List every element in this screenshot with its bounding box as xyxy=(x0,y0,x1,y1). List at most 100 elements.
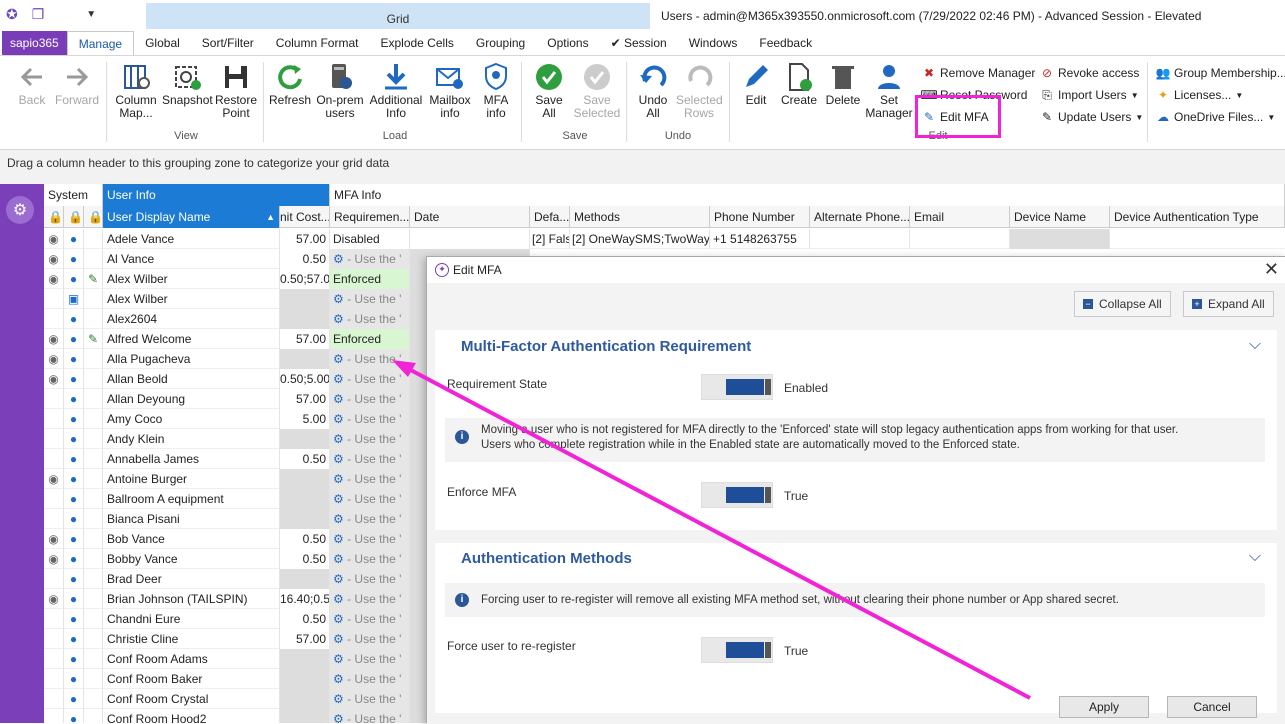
tab-grouping[interactable]: Grouping xyxy=(465,31,536,55)
user-display-name[interactable]: Brian Johnson (TAILSPIN) xyxy=(103,589,280,609)
additional-info-button[interactable]: Additional Info xyxy=(368,60,424,120)
unit-cost-cell[interactable]: 57.00 xyxy=(280,389,330,409)
undo-selected-rows-button[interactable]: Selected Rows xyxy=(676,60,723,120)
user-display-name[interactable]: Brad Deer xyxy=(103,569,280,589)
mfa-requirement-cell[interactable]: ⚙ - Use the ' xyxy=(330,389,410,409)
onprem-users-button[interactable]: On-prem users xyxy=(314,60,366,120)
mailbox-info-button[interactable]: Mailbox info xyxy=(426,60,474,120)
create-button[interactable]: Create xyxy=(778,60,820,107)
mfa-requirement-cell[interactable]: ⚙ - Use the ' xyxy=(330,589,410,609)
mfa-requirement-cell[interactable]: ⚙ - Use the ' xyxy=(330,489,410,509)
unit-cost-cell[interactable] xyxy=(280,309,330,329)
delete-button[interactable]: Delete xyxy=(822,60,864,107)
header-methods[interactable]: Methods xyxy=(570,206,710,228)
back-button[interactable]: Back xyxy=(14,60,50,107)
alt-phone-cell[interactable] xyxy=(810,229,910,249)
header-default[interactable]: Defa... xyxy=(530,206,570,228)
user-display-name[interactable]: Conf Room Hood2 xyxy=(103,709,280,723)
mfa-requirement-cell[interactable]: ⚙ - Use the ' xyxy=(330,289,410,309)
unit-cost-cell[interactable] xyxy=(280,709,330,723)
tab-global[interactable]: Global xyxy=(134,31,191,55)
tab-explode-cells[interactable]: Explode Cells xyxy=(369,31,464,55)
qat-dropdown-icon[interactable]: ▼ xyxy=(86,9,96,20)
tab-session[interactable]: ✔ Session xyxy=(600,31,678,55)
section-title-auth-methods[interactable]: Authentication Methods xyxy=(461,550,632,567)
unit-cost-cell[interactable]: 0.50 xyxy=(280,609,330,629)
mfa-requirement-cell[interactable]: ⚙ - Use the ' xyxy=(330,549,410,569)
mfa-requirement-cell[interactable]: ⚙ - Use the ' xyxy=(330,309,410,329)
unit-cost-cell[interactable] xyxy=(280,289,330,309)
mfa-requirement-cell[interactable]: ⚙ - Use the ' xyxy=(330,249,410,269)
unit-cost-cell[interactable]: 57.00 xyxy=(280,229,330,249)
header-display-name[interactable]: User Display Name ▲ xyxy=(103,206,280,228)
cancel-button[interactable]: Cancel xyxy=(1167,696,1257,718)
refresh-button[interactable]: Refresh xyxy=(266,60,314,107)
mfa-requirement-cell[interactable]: ⚙ - Use the ' xyxy=(330,649,410,669)
user-display-name[interactable]: Andy Klein xyxy=(103,429,280,449)
column-map-button[interactable]: Column Map... xyxy=(110,60,162,120)
mfa-requirement-cell[interactable]: ⚙ - Use the ' xyxy=(330,669,410,689)
email-cell[interactable] xyxy=(910,229,1010,249)
save-all-button[interactable]: Save All xyxy=(528,60,570,120)
mfa-requirement-cell[interactable]: ⚙ - Use the ' xyxy=(330,709,410,723)
grouping-zone[interactable]: Drag a column header to this grouping zo… xyxy=(0,150,1285,184)
mfa-requirement-cell[interactable]: Disabled xyxy=(330,229,410,249)
header-phone[interactable]: Phone Number xyxy=(710,206,810,228)
unit-cost-cell[interactable]: 0.50 xyxy=(280,549,330,569)
unit-cost-cell[interactable] xyxy=(280,509,330,529)
user-display-name[interactable]: Conf Room Crystal xyxy=(103,689,280,709)
mfa-requirement-cell[interactable]: ⚙ - Use the ' xyxy=(330,509,410,529)
unit-cost-cell[interactable] xyxy=(280,469,330,489)
user-display-name[interactable]: Conf Room Adams xyxy=(103,649,280,669)
unit-cost-cell[interactable] xyxy=(280,649,330,669)
header-device-auth-type[interactable]: Device Authentication Type xyxy=(1110,206,1285,228)
unit-cost-cell[interactable] xyxy=(280,429,330,449)
band-system[interactable]: System xyxy=(44,184,103,206)
chevron-down-icon[interactable]: ⌵ xyxy=(1249,548,1261,566)
unit-cost-cell[interactable]: 0.50 xyxy=(280,249,330,269)
section-title-mfa-requirement[interactable]: Multi-Factor Authentication Requirement xyxy=(461,338,751,355)
chevron-down-icon[interactable]: ⌵ xyxy=(1249,336,1261,354)
band-user-info[interactable]: User Info xyxy=(103,184,330,206)
unit-cost-cell[interactable] xyxy=(280,669,330,689)
header-date[interactable]: Date xyxy=(410,206,530,228)
unit-cost-cell[interactable]: 57.00 xyxy=(280,629,330,649)
collapse-all-button[interactable]: − Collapse All xyxy=(1074,291,1171,317)
mfa-requirement-cell[interactable]: ⚙ - Use the ' xyxy=(330,369,410,389)
unit-cost-cell[interactable] xyxy=(280,689,330,709)
mfa-requirement-cell[interactable]: Enforced xyxy=(330,329,410,349)
set-manager-button[interactable]: Set Manager xyxy=(864,60,914,120)
band-mfa-info[interactable]: MFA Info xyxy=(330,184,1285,206)
date-cell[interactable] xyxy=(410,229,530,249)
tab-manage[interactable]: Manage xyxy=(66,31,135,55)
methods-cell[interactable]: [2] OneWaySMS;TwoWay\ xyxy=(570,229,710,249)
tab-column-format[interactable]: Column Format xyxy=(265,31,370,55)
update-users-button[interactable]: ✎ Update Users ▼ xyxy=(1040,108,1143,126)
user-display-name[interactable]: Bob Vance xyxy=(103,529,280,549)
phone-cell[interactable]: +1 5148263755 xyxy=(710,229,810,249)
enforce-mfa-toggle[interactable] xyxy=(701,482,773,508)
tab-sort-filter[interactable]: Sort/Filter xyxy=(191,31,265,55)
header-cost[interactable]: nit Cost... xyxy=(280,206,330,228)
quick-access-icon[interactable]: ❐ xyxy=(32,6,45,23)
save-selected-button[interactable]: Save Selected xyxy=(572,60,622,120)
licenses-button[interactable]: ✦ Licenses... ▼ xyxy=(1156,86,1243,104)
settings-gear-icon[interactable]: ⚙ xyxy=(6,196,34,224)
mfa-info-button[interactable]: MFA info xyxy=(476,60,516,120)
user-display-name[interactable]: Alla Pugacheva xyxy=(103,349,280,369)
user-display-name[interactable]: Ballroom A equipment xyxy=(103,489,280,509)
undo-all-button[interactable]: Undo All xyxy=(632,60,674,120)
apply-button[interactable]: Apply xyxy=(1059,696,1149,718)
mfa-requirement-cell[interactable]: ⚙ - Use the ' xyxy=(330,569,410,589)
mfa-requirement-cell[interactable]: Enforced xyxy=(330,269,410,289)
unit-cost-cell[interactable]: 57.00 xyxy=(280,329,330,349)
user-display-name[interactable]: Al Vance xyxy=(103,249,280,269)
mfa-requirement-cell[interactable]: ⚙ - Use the ' xyxy=(330,409,410,429)
header-device-name[interactable]: Device Name xyxy=(1010,206,1110,228)
mfa-requirement-cell[interactable]: ⚙ - Use the ' xyxy=(330,429,410,449)
mfa-requirement-cell[interactable]: ⚙ - Use the ' xyxy=(330,529,410,549)
device-name-cell[interactable] xyxy=(1010,229,1110,249)
unit-cost-cell[interactable]: 0.50 xyxy=(280,529,330,549)
table-row[interactable]: ◉ ● Adele Vance 57.00 Disabled [2] Fals [2] On… xyxy=(44,229,1285,249)
mfa-requirement-cell[interactable]: ⚙ - Use the ' xyxy=(330,469,410,489)
